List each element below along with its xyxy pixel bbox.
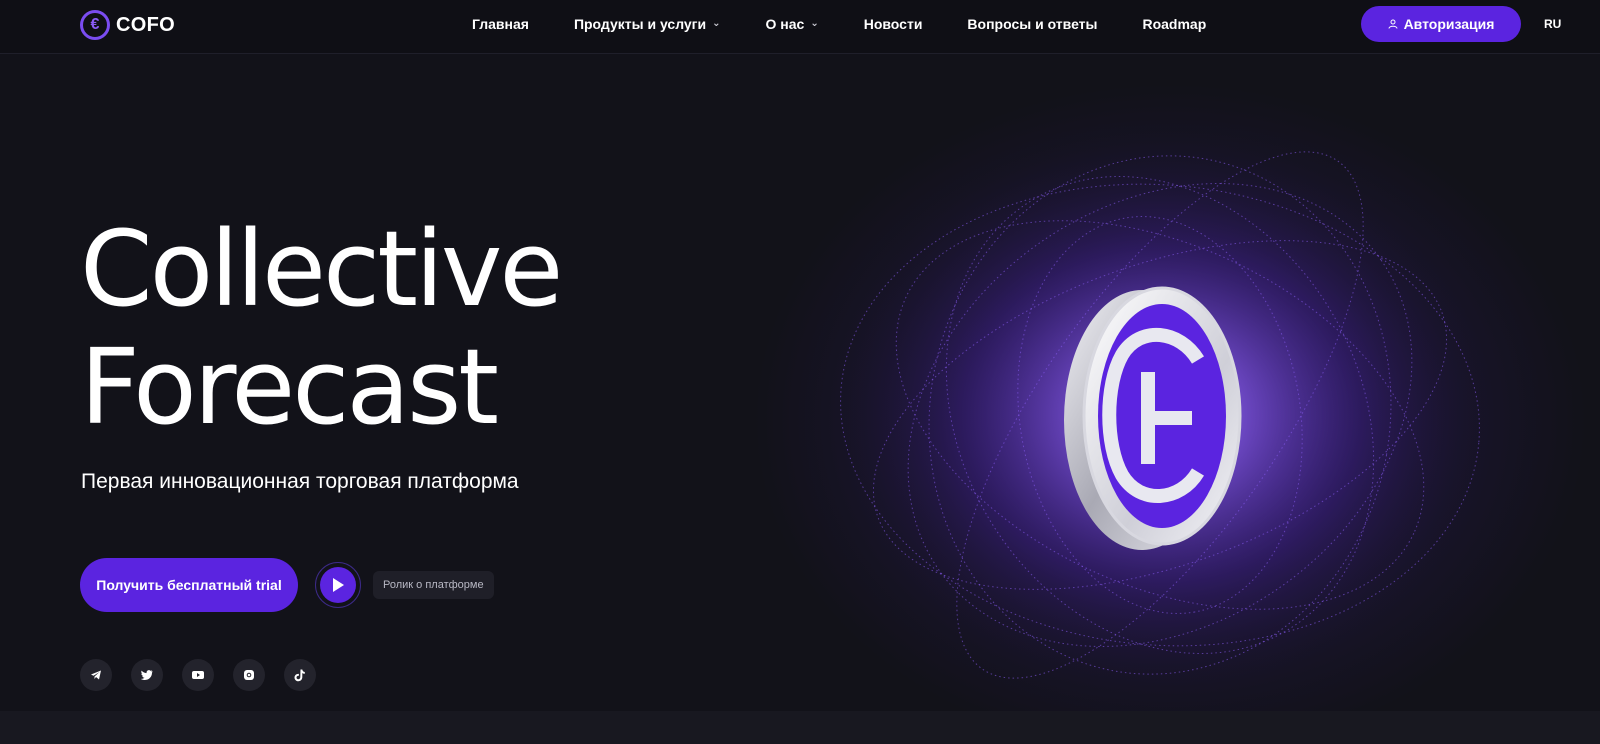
social-links bbox=[80, 659, 316, 691]
nav-item-products[interactable]: Продукты и услуги ⌄ bbox=[574, 16, 721, 32]
hero-title-line1: Collective bbox=[80, 208, 563, 330]
nav-item-faq[interactable]: Вопросы и ответы bbox=[967, 16, 1097, 32]
hero-title: Collective Forecast bbox=[80, 208, 563, 448]
coin-illustration bbox=[830, 135, 1490, 695]
nav-item-label: Вопросы и ответы bbox=[967, 16, 1098, 32]
nav-item-news[interactable]: Новости bbox=[864, 16, 923, 32]
login-button[interactable]: Авторизация bbox=[1361, 6, 1521, 42]
language-switcher[interactable]: RU bbox=[1544, 17, 1561, 31]
logo-text: COFO bbox=[116, 13, 175, 36]
play-icon bbox=[320, 567, 356, 603]
nav-item-label: Roadmap bbox=[1142, 16, 1207, 32]
main-nav: Главная Продукты и услуги ⌄ О нас ⌄ Ново… bbox=[472, 16, 1251, 32]
hero-title-line2: Forecast bbox=[80, 326, 499, 448]
nav-item-home[interactable]: Главная bbox=[472, 16, 529, 32]
chevron-down-icon: ⌄ bbox=[712, 17, 721, 29]
telegram-icon[interactable] bbox=[80, 659, 112, 691]
twitter-icon[interactable] bbox=[131, 659, 163, 691]
tiktok-icon[interactable] bbox=[284, 659, 316, 691]
nav-item-about[interactable]: О нас ⌄ bbox=[766, 16, 819, 32]
play-video-button[interactable] bbox=[315, 562, 361, 608]
nav-item-label: Продукты и услуги bbox=[573, 16, 707, 32]
cofo-logo-icon: € bbox=[80, 10, 110, 40]
logo[interactable]: € COFO bbox=[80, 10, 175, 40]
nav-item-label: Новости bbox=[863, 16, 923, 32]
video-label[interactable]: Ролик о платформе bbox=[373, 571, 494, 599]
instagram-icon[interactable] bbox=[233, 659, 265, 691]
site-header: € COFO Главная Продукты и услуги ⌄ О нас… bbox=[0, 0, 1600, 54]
bottom-section-edge bbox=[0, 711, 1600, 744]
user-icon bbox=[1388, 19, 1398, 29]
hero-subtitle: Первая инновационная торговая платформа bbox=[81, 470, 519, 493]
free-trial-button[interactable]: Получить бесплатный trial bbox=[80, 558, 298, 612]
page: € COFO Главная Продукты и услуги ⌄ О нас… bbox=[0, 0, 1600, 744]
nav-item-label: Главная bbox=[472, 16, 529, 32]
chevron-down-icon: ⌄ bbox=[810, 17, 819, 29]
youtube-icon[interactable] bbox=[182, 659, 214, 691]
nav-item-label: О нас bbox=[765, 16, 805, 32]
nav-item-roadmap[interactable]: Roadmap bbox=[1142, 16, 1206, 32]
login-button-label: Авторизация bbox=[1403, 16, 1495, 32]
